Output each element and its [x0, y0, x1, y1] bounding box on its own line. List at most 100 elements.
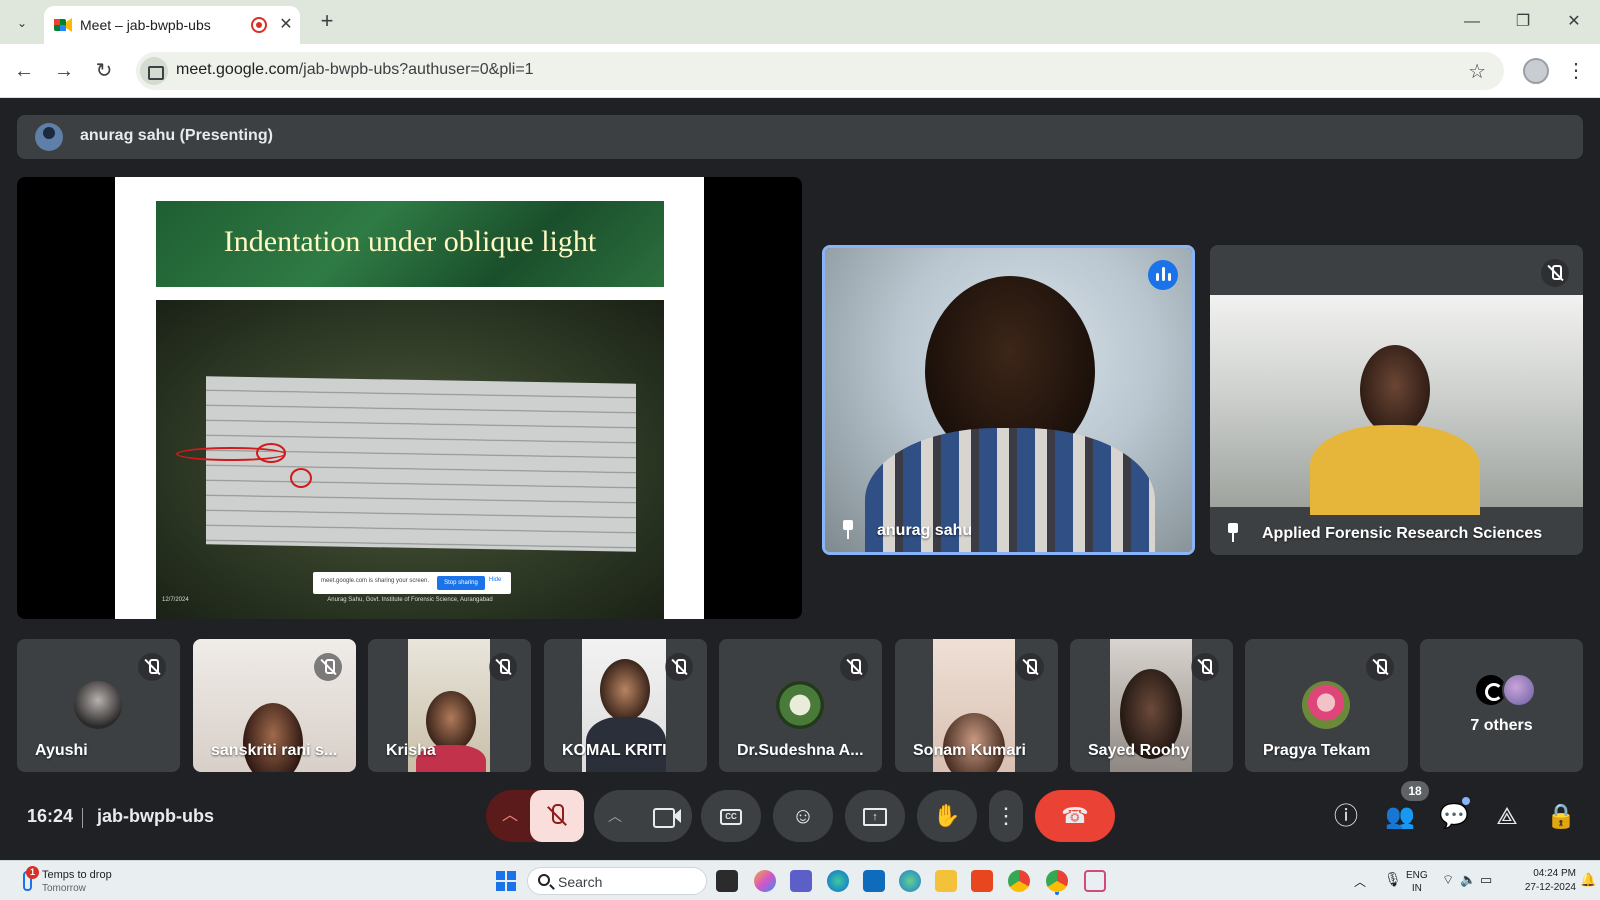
- weather-widget-title[interactable]: Temps to drop: [42, 869, 112, 881]
- browser-tab-meet[interactable]: Meet – jab-bwpb-ubs ✕: [44, 6, 300, 44]
- meeting-info-icon[interactable]: ⓘ: [1329, 800, 1363, 834]
- participant-tile[interactable]: Sayed Roohy: [1070, 639, 1233, 772]
- emoji-icon: ☺: [791, 803, 815, 828]
- notifications-icon[interactable]: 🔔: [1580, 872, 1596, 900]
- participant-name: Krisha: [386, 742, 436, 759]
- window-close-icon[interactable]: ✕: [1559, 10, 1589, 34]
- presenting-bar: anurag sahu (Presenting): [17, 115, 1583, 159]
- new-tab-button[interactable]: +: [314, 8, 340, 34]
- search-placeholder: Search: [558, 874, 603, 890]
- browser-menu-icon[interactable]: ⋮: [1566, 56, 1586, 86]
- mic-off-icon: [1016, 653, 1044, 681]
- presenting-label: anurag sahu (Presenting): [80, 127, 273, 144]
- file-explorer-icon[interactable]: [935, 870, 957, 892]
- participant-tile[interactable]: Sonam Kumari: [895, 639, 1058, 772]
- bookmark-star-icon[interactable]: ☆: [1468, 59, 1486, 84]
- task-view-icon[interactable]: [716, 870, 738, 892]
- captions-button[interactable]: CC: [701, 790, 761, 842]
- google-meet-icon: [54, 18, 72, 32]
- leave-call-button[interactable]: ☎: [1035, 790, 1115, 842]
- mic-off-button[interactable]: [530, 790, 584, 842]
- chrome-icon[interactable]: [1046, 870, 1068, 892]
- captions-icon: CC: [720, 809, 742, 826]
- address-bar[interactable]: meet.google.com/jab-bwpb-ubs?authuser=0&…: [136, 52, 1504, 90]
- office-icon[interactable]: [971, 870, 993, 892]
- microphone-control-group: ︿: [486, 790, 584, 842]
- site-info-icon[interactable]: [140, 57, 168, 85]
- camera-button[interactable]: [638, 790, 692, 842]
- search-icon: [538, 874, 550, 886]
- reload-icon[interactable]: ↻: [90, 57, 118, 85]
- audio-settings-chevron-icon[interactable]: ︿: [486, 790, 534, 842]
- present-icon: ↑: [863, 808, 887, 827]
- phone-hangup-icon: ☎: [1061, 803, 1089, 828]
- chat-notification-dot: [1462, 797, 1470, 805]
- language-code: ENG: [1406, 870, 1428, 881]
- slide-photo: meet.google.com is sharing your screen. …: [156, 300, 664, 619]
- windows-start-icon[interactable]: [496, 871, 516, 891]
- video-settings-chevron-icon[interactable]: ︿: [594, 790, 636, 842]
- restore-icon[interactable]: ❐: [1508, 10, 1538, 34]
- system-date: 27-12-2024: [1524, 882, 1576, 893]
- language-indicator[interactable]: ENG IN: [1406, 869, 1428, 900]
- taskbar-search-box[interactable]: Search: [527, 867, 707, 895]
- participant-tile[interactable]: sanskriti rani s...: [193, 639, 356, 772]
- minimize-icon[interactable]: —: [1457, 10, 1487, 34]
- participant-name: sanskriti rani s...: [211, 742, 338, 759]
- participant-tile[interactable]: Pragya Tekam: [1245, 639, 1408, 772]
- chat-icon[interactable]: 💬: [1437, 800, 1471, 834]
- chrome-profile-icon[interactable]: [1008, 870, 1030, 892]
- participant-tile[interactable]: KOMAL KRITI: [544, 639, 707, 772]
- reactions-button[interactable]: ☺: [773, 790, 833, 842]
- screen-share-banner: meet.google.com is sharing your screen. …: [313, 572, 511, 594]
- participant-tile-anurag-sahu[interactable]: anurag sahu: [822, 245, 1195, 555]
- weather-widget-subtitle[interactable]: Tomorrow: [42, 883, 86, 894]
- forward-arrow-icon[interactable]: →: [50, 57, 78, 85]
- pin-icon[interactable]: [1224, 523, 1242, 543]
- snipping-tool-icon[interactable]: [1084, 870, 1106, 892]
- participant-head: [600, 659, 650, 721]
- divider: [82, 808, 83, 828]
- slide-title-banner: Indentation under oblique light: [156, 201, 664, 287]
- meeting-time: 16:24: [27, 806, 74, 826]
- mic-off-icon: [1541, 259, 1569, 287]
- participant-tile[interactable]: Ayushi: [17, 639, 180, 772]
- battery-icon[interactable]: ▭: [1480, 872, 1492, 900]
- participant-tile[interactable]: Dr.Sudeshna A...: [719, 639, 882, 772]
- tray-chevron-icon[interactable]: ︿: [1354, 873, 1366, 900]
- url-text[interactable]: meet.google.com/jab-bwpb-ubs?authuser=0&…: [176, 61, 534, 79]
- edge-icon[interactable]: [827, 870, 849, 892]
- mic-off-icon: [665, 653, 693, 681]
- back-arrow-icon[interactable]: ←: [10, 57, 38, 85]
- tab-search-chevron-icon[interactable]: ⌄: [8, 10, 36, 36]
- teams-icon[interactable]: [790, 870, 812, 892]
- edge-beta-icon[interactable]: [899, 870, 921, 892]
- participant-name: Applied Forensic Research Sciences: [1262, 525, 1543, 542]
- copilot-icon[interactable]: [754, 870, 776, 892]
- mail-icon[interactable]: [863, 870, 885, 892]
- recording-indicator-icon: [251, 17, 267, 33]
- host-controls-icon[interactable]: 🔒: [1544, 800, 1578, 834]
- profile-avatar[interactable]: [1523, 58, 1549, 84]
- wifi-icon[interactable]: ⌔: [1442, 872, 1454, 900]
- more-options-button[interactable]: ⋮: [989, 790, 1023, 842]
- present-screen-button[interactable]: ↑: [845, 790, 905, 842]
- participant-shirt: [1310, 425, 1480, 515]
- others-tile[interactable]: 7 others: [1420, 639, 1583, 772]
- pin-icon[interactable]: [839, 520, 857, 540]
- slide-title: Indentation under oblique light: [223, 225, 597, 258]
- speaking-indicator-icon: [1148, 260, 1178, 290]
- people-icon[interactable]: 👥: [1383, 800, 1417, 834]
- participant-tile[interactable]: Krisha: [368, 639, 531, 772]
- tab-close-icon[interactable]: ✕: [276, 14, 296, 34]
- microphone-tray-icon[interactable]: 🎙: [1384, 871, 1402, 900]
- mic-off-icon: [1366, 653, 1394, 681]
- volume-icon[interactable]: 🔈: [1460, 872, 1476, 900]
- activities-icon[interactable]: ⟁: [1490, 800, 1524, 834]
- raise-hand-button[interactable]: ✋: [917, 790, 977, 842]
- participant-name: KOMAL KRITI: [562, 742, 667, 759]
- system-clock[interactable]: 04:24 PM 27-12-2024: [1512, 867, 1576, 895]
- system-time: 04:24 PM: [1533, 868, 1576, 879]
- participant-tile-applied-forensic[interactable]: Applied Forensic Research Sciences: [1210, 245, 1583, 555]
- screen-share-tile[interactable]: Indentation under oblique light meet.goo…: [17, 177, 802, 619]
